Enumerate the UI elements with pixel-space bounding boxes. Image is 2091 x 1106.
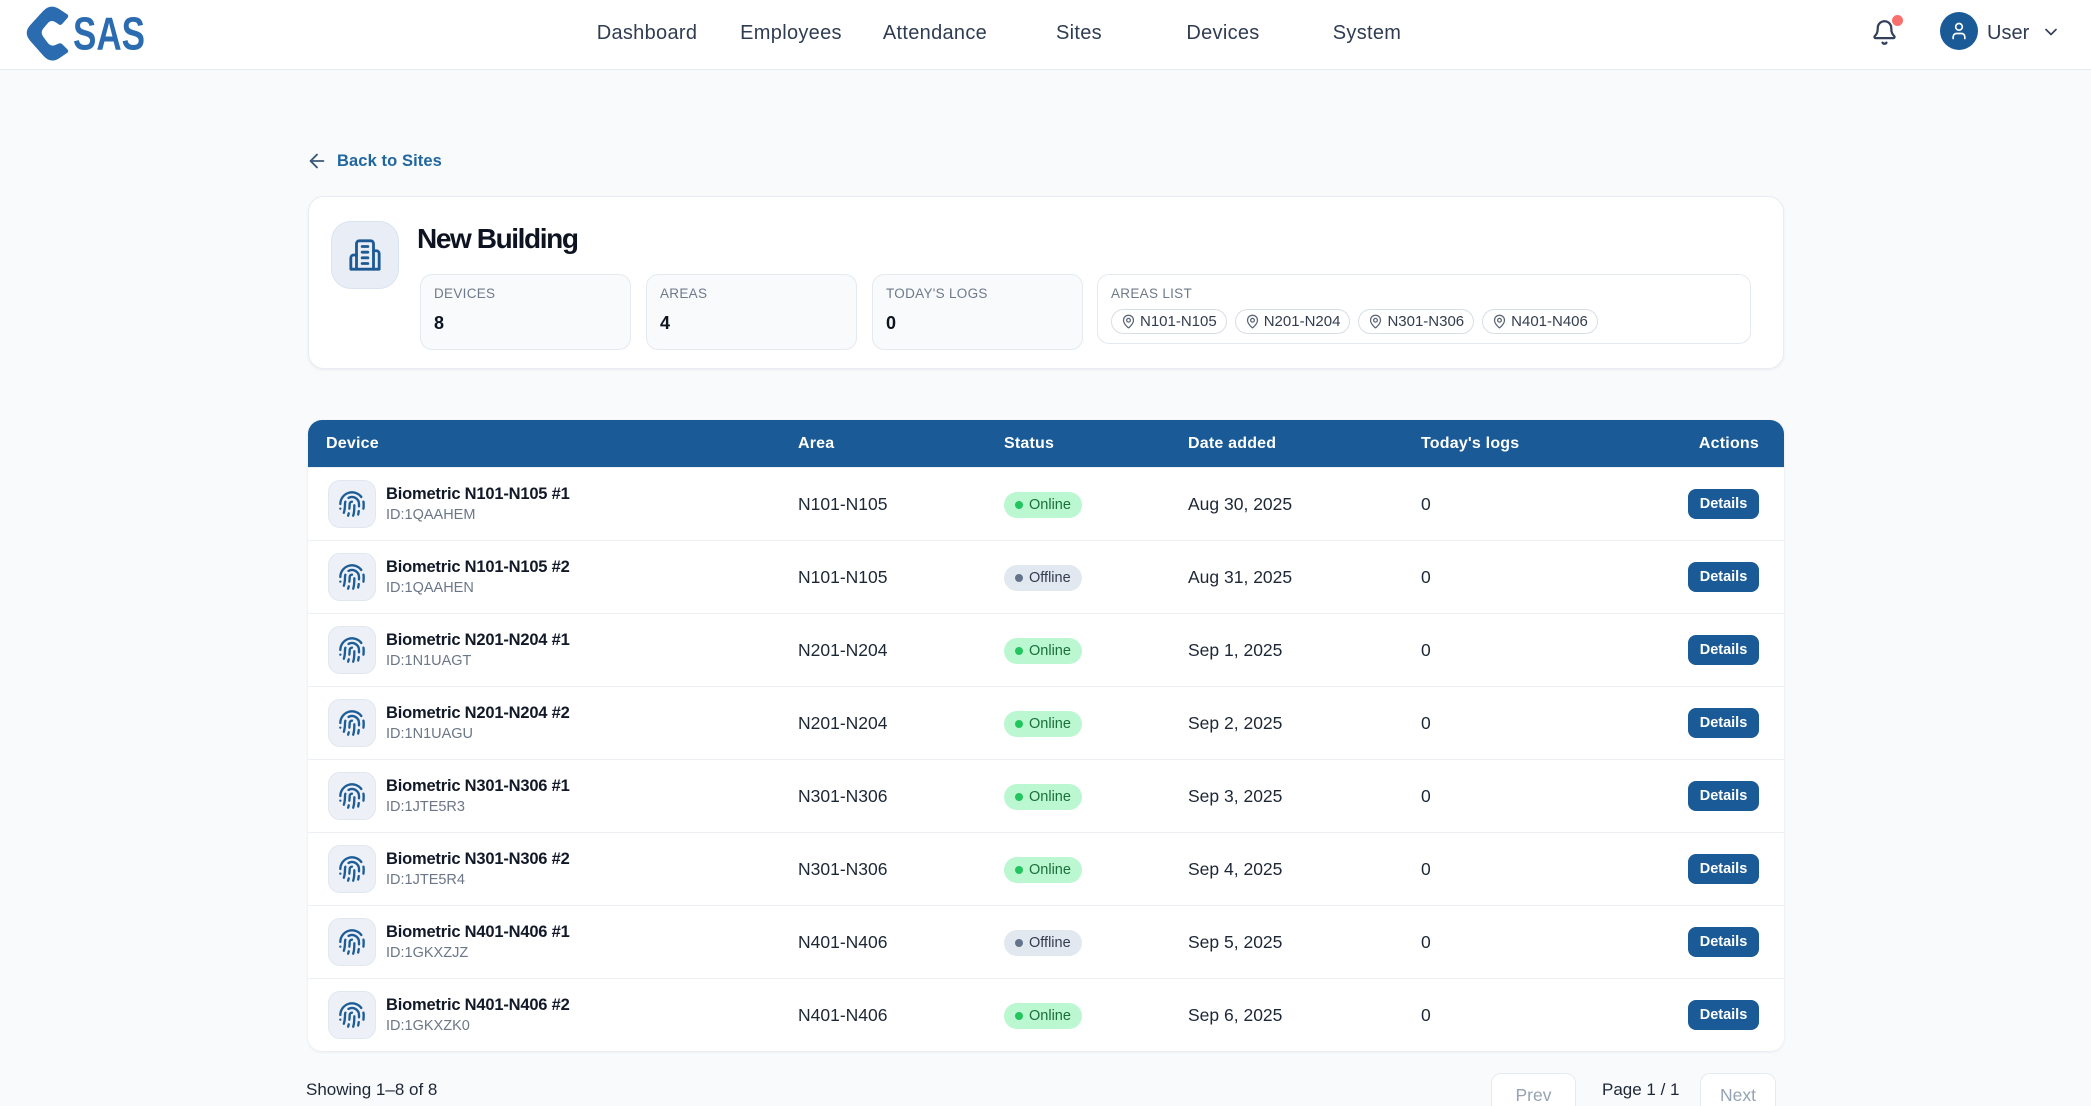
svg-text:SAS: SAS [73,8,145,60]
